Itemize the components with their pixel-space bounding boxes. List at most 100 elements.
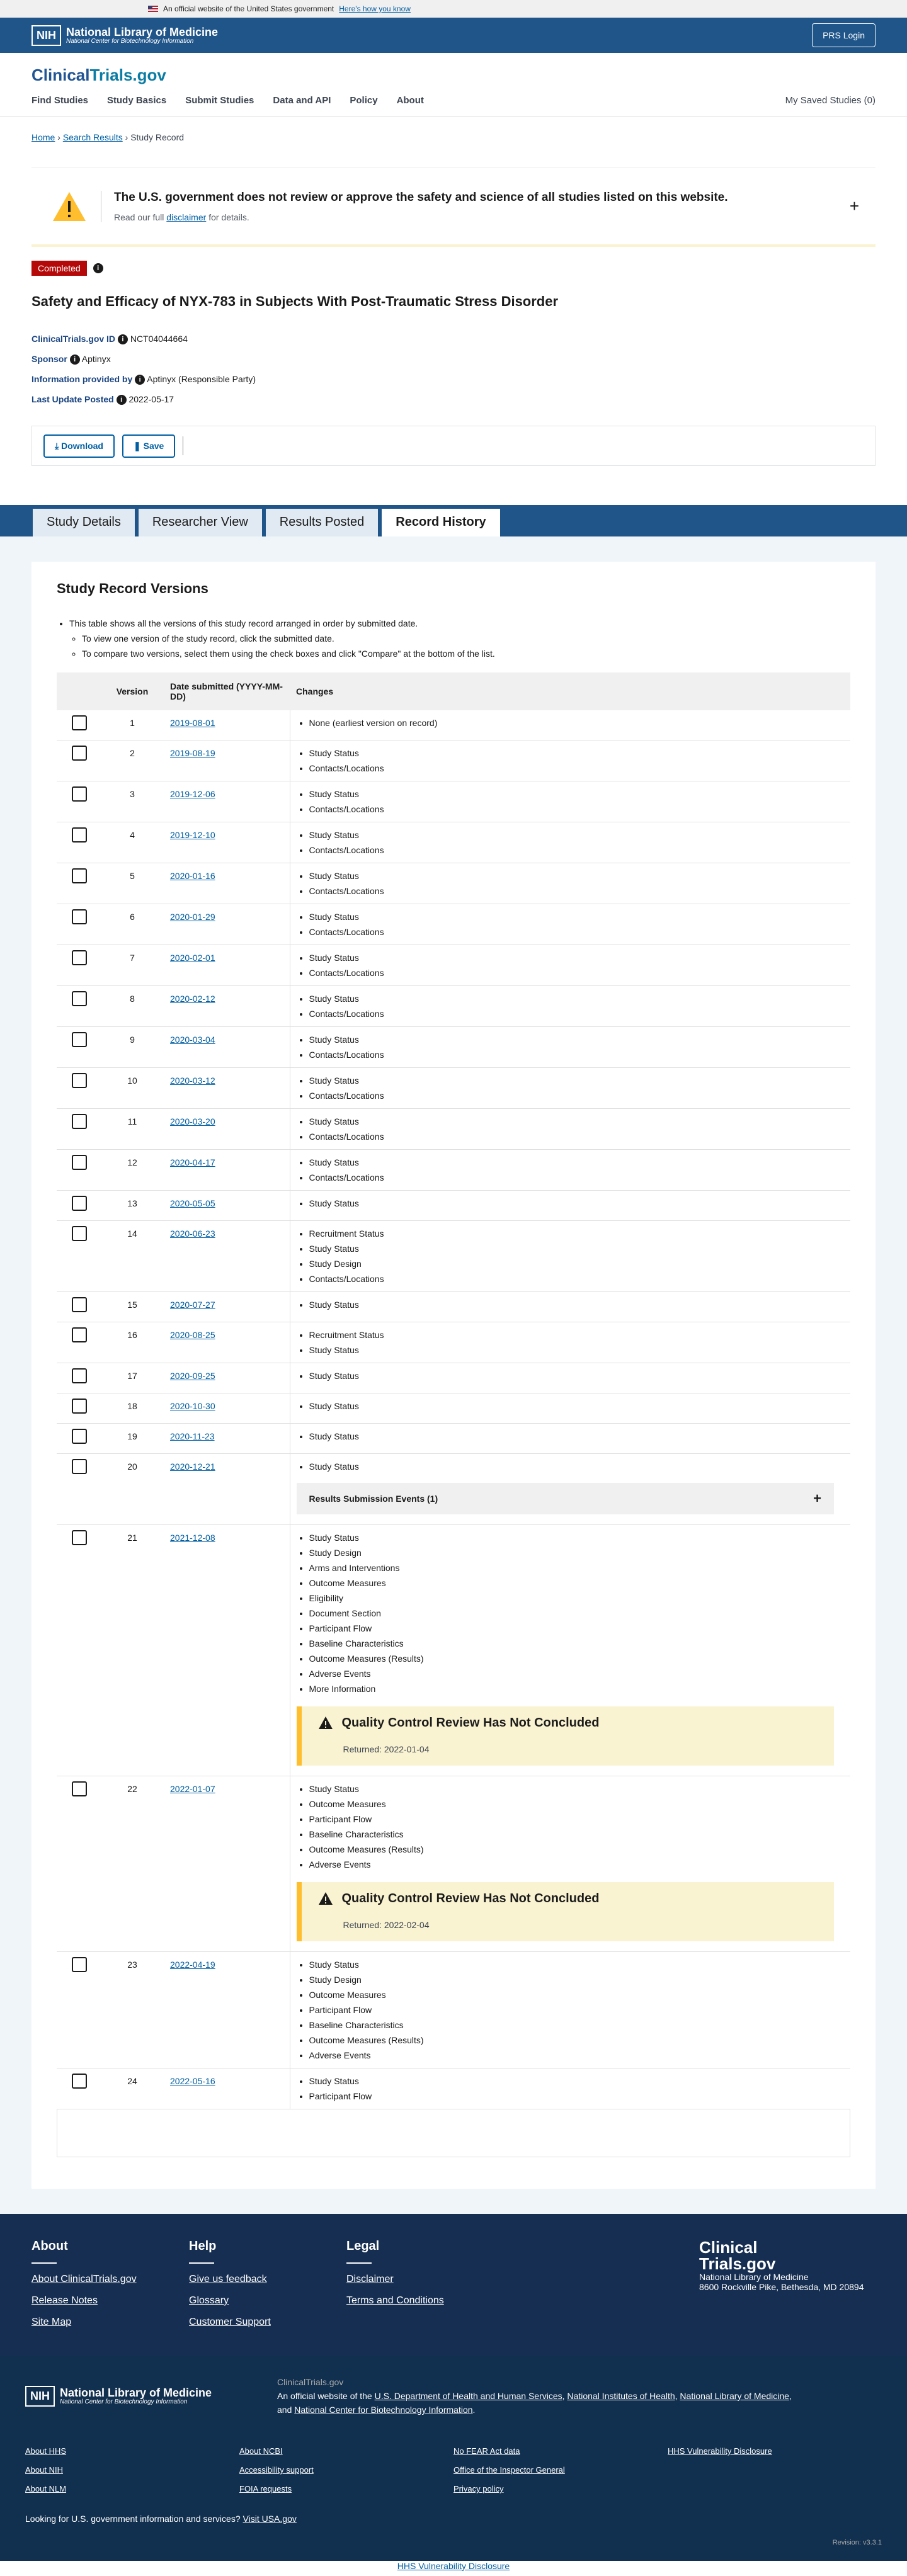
my-saved-studies-link[interactable]: My Saved Studies (0) [785,95,876,106]
version-date-link[interactable]: 2020-02-12 [170,994,215,1004]
footer-link[interactable]: About ClinicalTrials.gov [31,2274,189,2285]
compare-checkbox[interactable] [72,715,87,730]
compare-checkbox[interactable] [72,1196,87,1211]
version-date-link[interactable]: 2020-02-01 [170,953,215,963]
compare-checkbox[interactable] [72,1399,87,1414]
footer-link[interactable]: Terms and Conditions [346,2295,504,2306]
version-date-link[interactable]: 2020-10-30 [170,1401,215,1411]
footer-link[interactable]: FOIA requests [239,2480,454,2499]
version-date-link[interactable]: 2019-08-19 [170,748,215,758]
footer-link[interactable]: Privacy policy [454,2480,668,2499]
compare-checkbox[interactable] [72,1226,87,1241]
version-date-link[interactable]: 2020-07-27 [170,1300,215,1310]
footer-link[interactable]: Disclaimer [346,2274,504,2285]
compare-checkbox[interactable] [72,1530,87,1545]
version-date-link[interactable]: 2020-04-17 [170,1157,215,1167]
clinicaltrials-logo[interactable]: ClinicalTrials.gov [31,65,876,85]
version-date-link[interactable]: 2022-05-16 [170,2076,215,2086]
compare-checkbox[interactable] [72,2074,87,2089]
version-date-link[interactable]: 2019-12-10 [170,830,215,840]
footer-link[interactable]: Give us feedback [189,2274,346,2285]
how-you-know-link[interactable]: Here's how you know [339,4,411,13]
disclaimer-link[interactable]: disclaimer [166,212,206,222]
compare-checkbox[interactable] [72,1429,87,1444]
info-icon[interactable]: i [69,355,80,365]
tab-study-details[interactable]: Study Details [31,508,136,536]
nav-study-basics[interactable]: Study Basics [107,95,166,106]
expand-notice-icon[interactable]: + [850,196,859,216]
footer-link[interactable]: Release Notes [31,2295,189,2306]
compare-checkbox[interactable] [72,1114,87,1129]
footer-link[interactable]: Office of the Inspector General [454,2461,668,2480]
breadcrumb-home[interactable]: Home [31,132,55,142]
tab-results-posted[interactable]: Results Posted [264,508,380,536]
nav-about[interactable]: About [397,95,424,106]
compare-checkbox[interactable] [72,1155,87,1170]
footer-link[interactable]: Accessibility support [239,2461,454,2480]
nav-submit-studies[interactable]: Submit Studies [185,95,254,106]
compare-checkbox[interactable] [72,1073,87,1088]
compare-checkbox[interactable] [72,786,87,802]
version-date-link[interactable]: 2020-03-04 [170,1035,215,1045]
footer-link[interactable]: About NCBI [239,2442,454,2461]
compare-checkbox[interactable] [72,746,87,761]
info-icon[interactable]: i [117,334,128,345]
info-icon[interactable]: i [93,263,103,273]
version-date-link[interactable]: 2020-09-25 [170,1371,215,1381]
version-date-link[interactable]: 2020-06-23 [170,1228,215,1239]
hhs-vulnerability-link[interactable]: HHS Vulnerability Disclosure [397,2561,510,2571]
version-date-link[interactable]: 2020-12-21 [170,1461,215,1472]
nlm-link[interactable]: National Library of Medicine [680,2391,789,2401]
version-date-link[interactable]: 2019-08-01 [170,718,215,728]
footer-link[interactable]: Glossary [189,2295,346,2306]
version-date-link[interactable]: 2020-05-05 [170,1198,215,1208]
compare-checkbox[interactable] [72,1032,87,1047]
version-date-link[interactable]: 2020-01-16 [170,871,215,881]
footer-link[interactable]: Customer Support [189,2317,346,2328]
footer-link[interactable]: HHS Vulnerability Disclosure [668,2442,882,2461]
save-button[interactable]: ❚ Save [122,434,176,458]
prs-login-button[interactable]: PRS Login [812,23,876,47]
breadcrumb-search[interactable]: Search Results [63,132,123,142]
info-icon[interactable]: i [116,395,127,406]
version-date-link[interactable]: 2022-01-07 [170,1784,215,1794]
version-date-link[interactable]: 2020-11-23 [170,1431,215,1441]
version-date-link[interactable]: 2021-12-08 [170,1533,215,1543]
nav-policy[interactable]: Policy [350,95,377,106]
footer-link[interactable]: About NLM [25,2480,239,2499]
version-date-link[interactable]: 2020-08-25 [170,1330,215,1340]
compare-checkbox[interactable] [72,827,87,843]
compare-checkbox[interactable] [72,909,87,924]
footer-logo-b[interactable]: Trials.gov [699,2255,876,2272]
footer-logo-a[interactable]: Clinical [699,2239,876,2255]
compare-checkbox[interactable] [72,950,87,965]
download-button[interactable]: ⤓ Download [43,434,115,458]
footer-link[interactable]: About NIH [25,2461,239,2480]
hhs-link[interactable]: U.S. Department of Health and Human Serv… [375,2391,562,2401]
tab-record-history[interactable]: Record History [380,508,501,536]
footer-link[interactable]: About HHS [25,2442,239,2461]
nlm-logo[interactable]: NIH National Library of Medicine Nationa… [31,25,218,46]
footer-link[interactable]: No FEAR Act data [454,2442,668,2461]
compare-checkbox[interactable] [72,1459,87,1474]
version-date-link[interactable]: 2020-01-29 [170,912,215,922]
compare-checkbox[interactable] [72,1297,87,1312]
usa-gov-link[interactable]: Visit USA.gov [243,2514,297,2524]
compare-checkbox[interactable] [72,991,87,1006]
nav-find-studies[interactable]: Find Studies [31,95,88,106]
version-date-link[interactable]: 2020-03-20 [170,1116,215,1126]
nih-link[interactable]: National Institutes of Health [567,2391,675,2401]
version-date-link[interactable]: 2022-04-19 [170,1960,215,1970]
compare-checkbox[interactable] [72,868,87,883]
results-submission-events[interactable]: Results Submission Events (1) + [296,1483,834,1514]
footer-link[interactable]: Site Map [31,2317,189,2328]
compare-checkbox[interactable] [72,1327,87,1342]
nav-data-api[interactable]: Data and API [273,95,331,106]
compare-checkbox[interactable] [72,1957,87,1972]
version-date-link[interactable]: 2019-12-06 [170,789,215,799]
version-date-link[interactable]: 2020-03-12 [170,1075,215,1086]
info-icon[interactable]: i [135,375,145,385]
ncbi-link[interactable]: National Center for Biotechnology Inform… [294,2405,472,2415]
nlm-footer-logo[interactable]: NIH National Library of Medicine National… [25,2375,252,2417]
tab-researcher-view[interactable]: Researcher View [137,508,263,536]
